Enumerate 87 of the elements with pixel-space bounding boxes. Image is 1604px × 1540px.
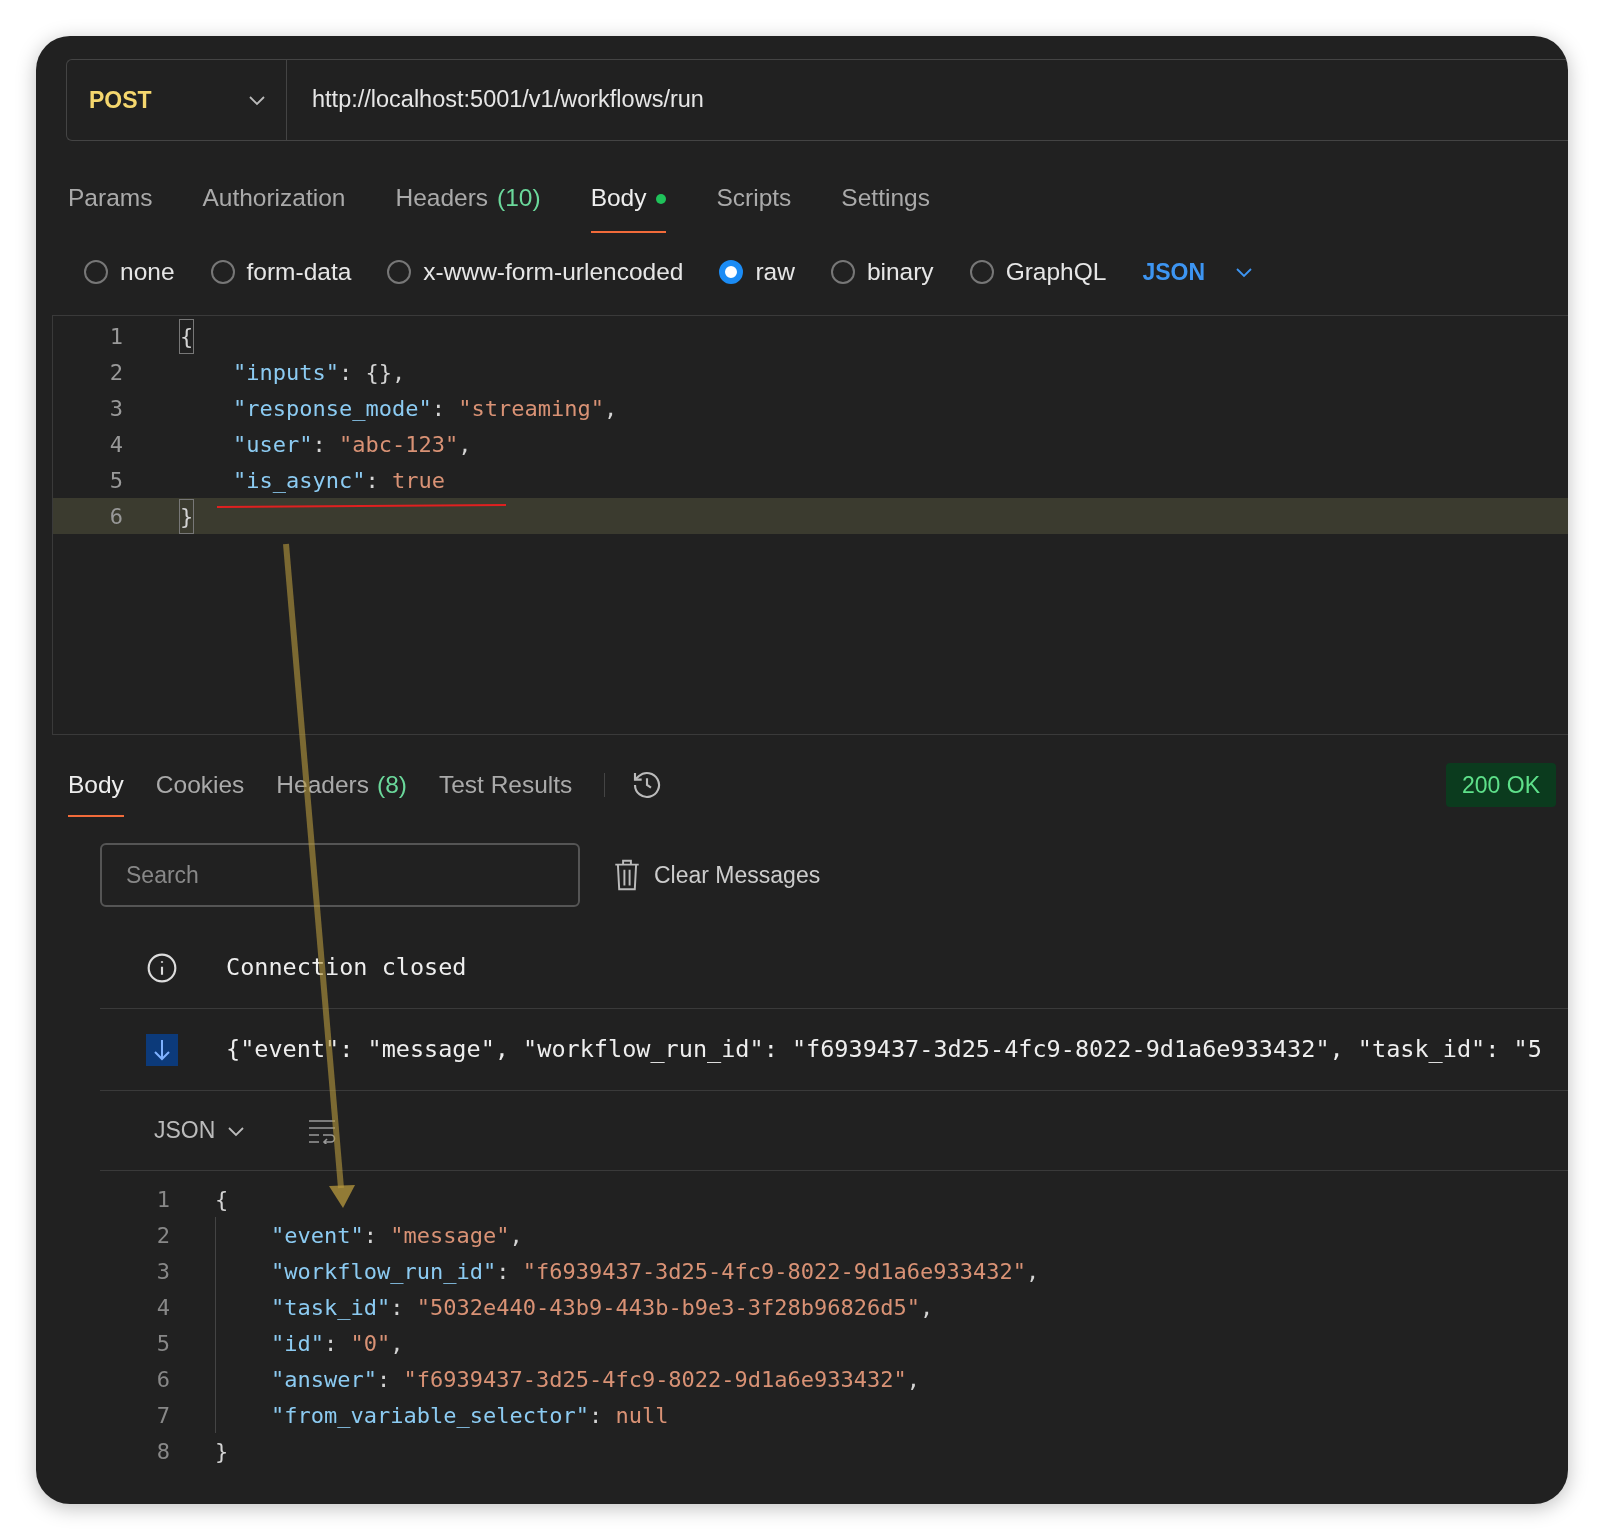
json-key: "user" [233, 427, 313, 461]
line-number: 3 [108, 394, 123, 423]
arrow-down-icon [146, 1033, 178, 1066]
body-type-radio[interactable]: binary [830, 253, 934, 291]
body-type-radio[interactable]: raw [719, 253, 795, 291]
body-type-radio[interactable]: form-data [210, 253, 352, 291]
json-punctuation: : [324, 1329, 339, 1358]
json-punctuation: : [390, 1293, 405, 1322]
request-tab[interactable]: Body [590, 180, 667, 233]
json-key: "id" [271, 1326, 324, 1360]
json-value: "message" [390, 1221, 510, 1250]
trash-icon [614, 858, 640, 892]
json-key: "response_mode" [233, 391, 432, 425]
line-number: 1 [108, 322, 123, 351]
json-punctuation: , [920, 1293, 934, 1322]
json-value: true [391, 466, 445, 495]
response-tab[interactable]: Cookies [155, 752, 245, 818]
json-key: "answer" [271, 1362, 377, 1396]
body-type-radio[interactable]: none [84, 253, 175, 291]
line-number: 3 [155, 1257, 170, 1286]
info-icon [146, 951, 178, 984]
chevron-down-icon [1235, 266, 1254, 278]
line-number: 1 [155, 1185, 170, 1214]
message-text: {"event": "message", "workflow_run_id": "f6939437-3d25-4fc9-8022-9d1a6e933432", "task_id": "5 [226, 1033, 1542, 1065]
bracket: } [179, 498, 195, 534]
language-dropdown[interactable]: JSON [1142, 254, 1254, 290]
line-number: 8 [155, 1437, 170, 1466]
url-input[interactable]: http://localhost:5001/v1/workflows/run [312, 82, 704, 118]
json-punctuation: , [906, 1365, 921, 1394]
line-number: 2 [108, 358, 123, 387]
json-punctuation: : {}, [338, 358, 406, 387]
json-punctuation: , [1026, 1257, 1040, 1286]
body-type-radio[interactable]: GraphQL [969, 253, 1107, 291]
json-punctuation: : [312, 430, 327, 459]
body-type-radio[interactable]: x-www-form-urlencoded [387, 253, 684, 291]
clear-messages-button[interactable]: Clear Messages [614, 857, 821, 893]
message-row[interactable]: {"event": "message", "workflow_run_id": "f6939437-3d25-4fc9-8022-9d1a6e933432", "task_id": "5 [100, 1009, 1568, 1091]
json-punctuation: : [363, 1221, 378, 1250]
line-number: 5 [155, 1329, 170, 1358]
json-punctuation: { [215, 1185, 229, 1214]
json-value: "streaming" [458, 394, 604, 423]
json-punctuation: : [431, 394, 446, 423]
json-value: "5032e440-43b9-443b-b9e3-3f28b96826d5" [416, 1293, 921, 1322]
json-punctuation: : [588, 1401, 604, 1430]
json-punctuation: , [390, 1329, 404, 1358]
request-tab[interactable]: Params [68, 180, 153, 233]
json-punctuation: , [509, 1221, 523, 1250]
json-value: "f6939437-3d25-4fc9-8022-9d1a6e933432" [522, 1257, 1026, 1286]
search-field[interactable]: Search [100, 843, 580, 907]
bracket: { [179, 318, 195, 354]
request-tab[interactable]: Headers (10) [395, 180, 541, 233]
json-key: "inputs" [233, 355, 339, 389]
code-editor[interactable]: 1 { 2 "inputs": {}, 3 "response_mode": "streaming", 4 "user": "abc-123", 5 "is_async": true 6 } [52, 315, 1568, 735]
chevron-down-icon [227, 1124, 246, 1137]
line-number: 5 [108, 466, 123, 495]
json-key: "workflow_run_id" [271, 1254, 497, 1288]
json-punctuation: : [496, 1257, 511, 1286]
json-value: "0" [350, 1329, 391, 1358]
json-punctuation: : [376, 1365, 392, 1394]
json-punctuation: : [365, 466, 380, 495]
wrap-lines-icon[interactable] [307, 1117, 338, 1144]
line-number: 7 [155, 1401, 170, 1430]
json-punctuation: } [215, 1437, 229, 1466]
line-number: 6 [155, 1365, 170, 1394]
line-number: 2 [155, 1221, 170, 1250]
status-badge: 200 OK [1446, 762, 1556, 808]
response-tab[interactable]: Test Results [438, 752, 573, 818]
json-punctuation: , [458, 430, 472, 459]
json-value: "f6939437-3d25-4fc9-8022-9d1a6e933432" [403, 1365, 907, 1394]
request-tab[interactable]: Settings [841, 180, 930, 233]
message-text: Connection closed [226, 951, 467, 983]
json-key: "from_variable_selector" [271, 1398, 589, 1432]
json-key: "task_id" [271, 1290, 391, 1324]
chevron-down-icon [248, 94, 266, 106]
json-key: "event" [271, 1218, 364, 1252]
format-dropdown[interactable]: JSON [154, 1113, 246, 1148]
line-number: 6 [108, 502, 123, 531]
json-value: "abc-123" [339, 430, 459, 459]
response-tab[interactable]: Body [68, 752, 124, 818]
json-value: null [615, 1401, 669, 1430]
line-number: 4 [108, 430, 123, 459]
json-punctuation: , [603, 394, 618, 423]
request-tab[interactable]: Scripts [716, 180, 792, 233]
method-dropdown[interactable]: POST [67, 60, 287, 140]
line-number: 4 [155, 1293, 170, 1322]
json-key: "is_async" [233, 463, 366, 497]
request-tab[interactable]: Authorization [202, 180, 346, 233]
